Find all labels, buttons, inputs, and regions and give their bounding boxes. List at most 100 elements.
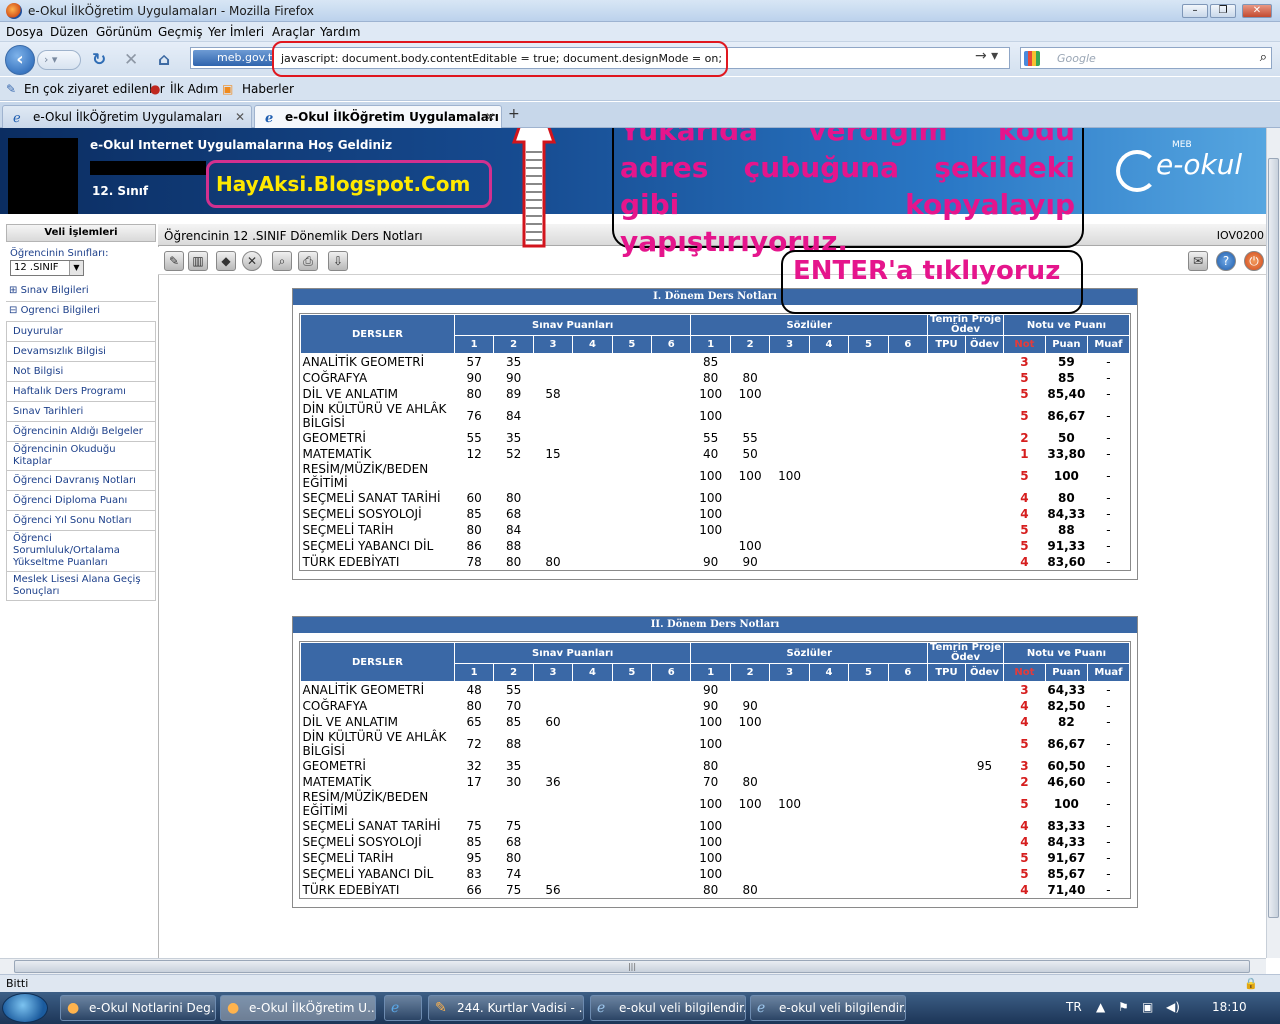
scroll-thumb[interactable]	[1268, 158, 1279, 918]
print-icon[interactable]: ⎙	[298, 251, 318, 271]
page-id: IOV0200	[1216, 229, 1264, 242]
start-button[interactable]	[2, 993, 48, 1023]
class-select[interactable]: 12 .SINIF ▼	[10, 260, 84, 276]
exam-score	[573, 354, 612, 370]
help-icon[interactable]: ?	[1216, 251, 1236, 271]
grade-value: 5	[1020, 538, 1029, 553]
minimize-button[interactable]: –	[1182, 4, 1208, 18]
back-arrow-icon[interactable]: ‹	[5, 45, 35, 75]
menu-gecmis[interactable]: Geçmiş	[158, 25, 203, 39]
bookmark-ilk-adim[interactable]: İlk Adım	[170, 82, 218, 96]
close-button[interactable]: ✕	[1242, 4, 1272, 18]
bookmark-most-visited[interactable]: En çok ziyaret edilenler	[24, 82, 165, 96]
flag-icon[interactable]: ⚑	[1118, 1000, 1129, 1014]
exempt-value: -	[1106, 796, 1111, 811]
network-icon[interactable]: ▣	[1142, 1000, 1153, 1014]
sidebar-group-ogrenci[interactable]: ⊟ Ogrenci Bilgileri	[6, 302, 156, 322]
task-1[interactable]: ● e-Okul Notlarini Deg...	[60, 995, 216, 1021]
menu-araclar[interactable]: Araçlar	[272, 25, 315, 39]
menu-yardim[interactable]: Yardım	[320, 25, 360, 39]
exam-score	[652, 790, 691, 818]
task-2[interactable]: ● e-Okul İlkÖğretim U...	[220, 995, 376, 1021]
trash-icon[interactable]: ▥	[188, 251, 208, 271]
tab-1[interactable]: ℯ e-Okul İlkÖğretim Uygulamaları ✕	[2, 105, 252, 128]
exam-score	[652, 402, 691, 430]
sidebar-item-davranis[interactable]: Öğrenci Davranış Notları	[6, 471, 156, 491]
oral-score	[888, 446, 927, 462]
sidebar-item-belgeler[interactable]: Öğrencinin Aldığı Belgeler	[6, 422, 156, 442]
go-arrow-icon[interactable]: → ▾	[975, 48, 998, 64]
column-number: 3	[769, 663, 810, 682]
new-tab-button[interactable]: +	[508, 106, 520, 122]
chevron-down-icon[interactable]: ▼	[69, 261, 83, 275]
table-row: SEÇMELİ TARİH 80 84 100 5 88 -	[301, 522, 1130, 538]
zoom-icon[interactable]: ⌕	[272, 251, 292, 271]
maximize-button[interactable]: ❐	[1210, 4, 1236, 18]
bookmark-haberler[interactable]: Haberler	[242, 82, 294, 96]
sidebar-item-devamsizlik[interactable]: Devamsızlık Bilgisi	[6, 342, 156, 362]
status-text: Bitti	[6, 977, 29, 990]
horizontal-scrollbar[interactable]: |||	[0, 958, 1266, 974]
oral-score	[730, 402, 769, 430]
sidebar-item-duyurular[interactable]: Duyurular	[6, 322, 156, 342]
eraser-icon[interactable]: ◆	[216, 251, 236, 271]
sidebar-item-sinav-tarihleri[interactable]: Sınav Tarihleri	[6, 402, 156, 422]
task-4[interactable]: ℯ e-okul veli bilgilendir...	[590, 995, 746, 1021]
exam-score	[573, 714, 612, 730]
sidebar-item-meslek-lisesi[interactable]: Meslek Lisesi Alana Geçiş Sonuçları	[6, 572, 156, 601]
volume-icon[interactable]: ◀)	[1166, 1000, 1180, 1014]
exempt-value: -	[1106, 490, 1111, 505]
clock[interactable]: 18:10	[1212, 1000, 1247, 1014]
exam-score: 80	[545, 554, 561, 569]
tray-chevron-icon[interactable]: ▲	[1096, 1000, 1105, 1014]
oral-score	[770, 698, 809, 714]
menu-gorunum[interactable]: Görünüm	[96, 25, 152, 39]
menu-yer-imleri[interactable]: Yer İmleri	[208, 25, 264, 39]
table-row: SEÇMELİ SOSYOLOJİ 85 68 100 4 84,33 -	[301, 834, 1130, 850]
cancel-icon[interactable]: ✕	[242, 251, 262, 271]
task-3[interactable]: ✎ 244. Kurtlar Vadisi - ...	[428, 995, 584, 1021]
subject-name: SEÇMELİ YABANCI DİL	[302, 538, 434, 553]
task-ie[interactable]: ℯ	[384, 995, 422, 1021]
stop-icon[interactable]: ✕	[124, 50, 138, 70]
close-tab-icon[interactable]: ✕	[485, 110, 495, 124]
forward-button[interactable]: › ▾	[37, 50, 81, 70]
logout-icon[interactable]: ⏻	[1244, 251, 1264, 271]
export-icon[interactable]: ⇩	[328, 251, 348, 271]
vertical-scrollbar[interactable]	[1266, 128, 1280, 958]
exam-score	[612, 882, 651, 898]
sidebar-item-kitaplar[interactable]: Öğrencinin Okuduğu Kitaplar	[6, 442, 156, 471]
search-box[interactable]: Google ⌕	[1020, 47, 1272, 69]
mail-icon[interactable]: ✉	[1188, 251, 1208, 271]
oral-score	[888, 430, 927, 446]
sidebar-item-yil-sonu[interactable]: Öğrenci Yıl Sonu Notları	[6, 511, 156, 531]
home-icon[interactable]: ⌂	[158, 50, 170, 70]
search-icon[interactable]: ⌕	[1260, 50, 1267, 65]
sidebar-item-not-bilgisi[interactable]: Not Bilgisi	[6, 362, 156, 382]
oral-score	[809, 386, 848, 402]
oral-score: 90	[742, 554, 758, 569]
sidebar-item-sorumluluk[interactable]: Öğrenci Sorumluluk/Ortalama Yükseltme Pu…	[6, 531, 156, 572]
grade-label: 12. Sınıf	[92, 184, 149, 198]
sidebar-item-ders-programi[interactable]: Haftalık Ders Programı	[6, 382, 156, 402]
task-5[interactable]: ℯ e-okul veli bilgilendir...	[750, 995, 906, 1021]
exam-score: 85	[466, 834, 482, 849]
exam-score: 72	[466, 736, 482, 751]
site-identity-badge[interactable]: meb.gov.tr	[193, 50, 277, 66]
oral-score	[770, 370, 809, 386]
hscroll-thumb[interactable]: |||	[14, 960, 1250, 973]
menu-duzen[interactable]: Düzen	[50, 25, 88, 39]
edit-icon[interactable]: ✎	[164, 251, 184, 271]
sidebar-group-sinav[interactable]: ⊞ Sınav Bilgileri	[6, 282, 156, 302]
language-indicator[interactable]: TR	[1066, 1000, 1082, 1014]
close-tab-icon[interactable]: ✕	[235, 110, 245, 124]
oral-score	[849, 446, 888, 462]
reload-icon[interactable]: ↻	[92, 50, 106, 70]
menu-dosya[interactable]: Dosya	[6, 25, 43, 39]
page-title: Öğrencinin 12 .SINIF Dönemlik Ders Notla…	[164, 229, 423, 243]
exam-score	[612, 730, 651, 758]
oral-score	[888, 698, 927, 714]
oral-score: 100	[699, 850, 723, 865]
sidebar-item-diploma[interactable]: Öğrenci Diploma Puanı	[6, 491, 156, 511]
tab-2[interactable]: ℯ e-Okul İlkÖğretim Uygulamaları ✕	[254, 105, 502, 128]
